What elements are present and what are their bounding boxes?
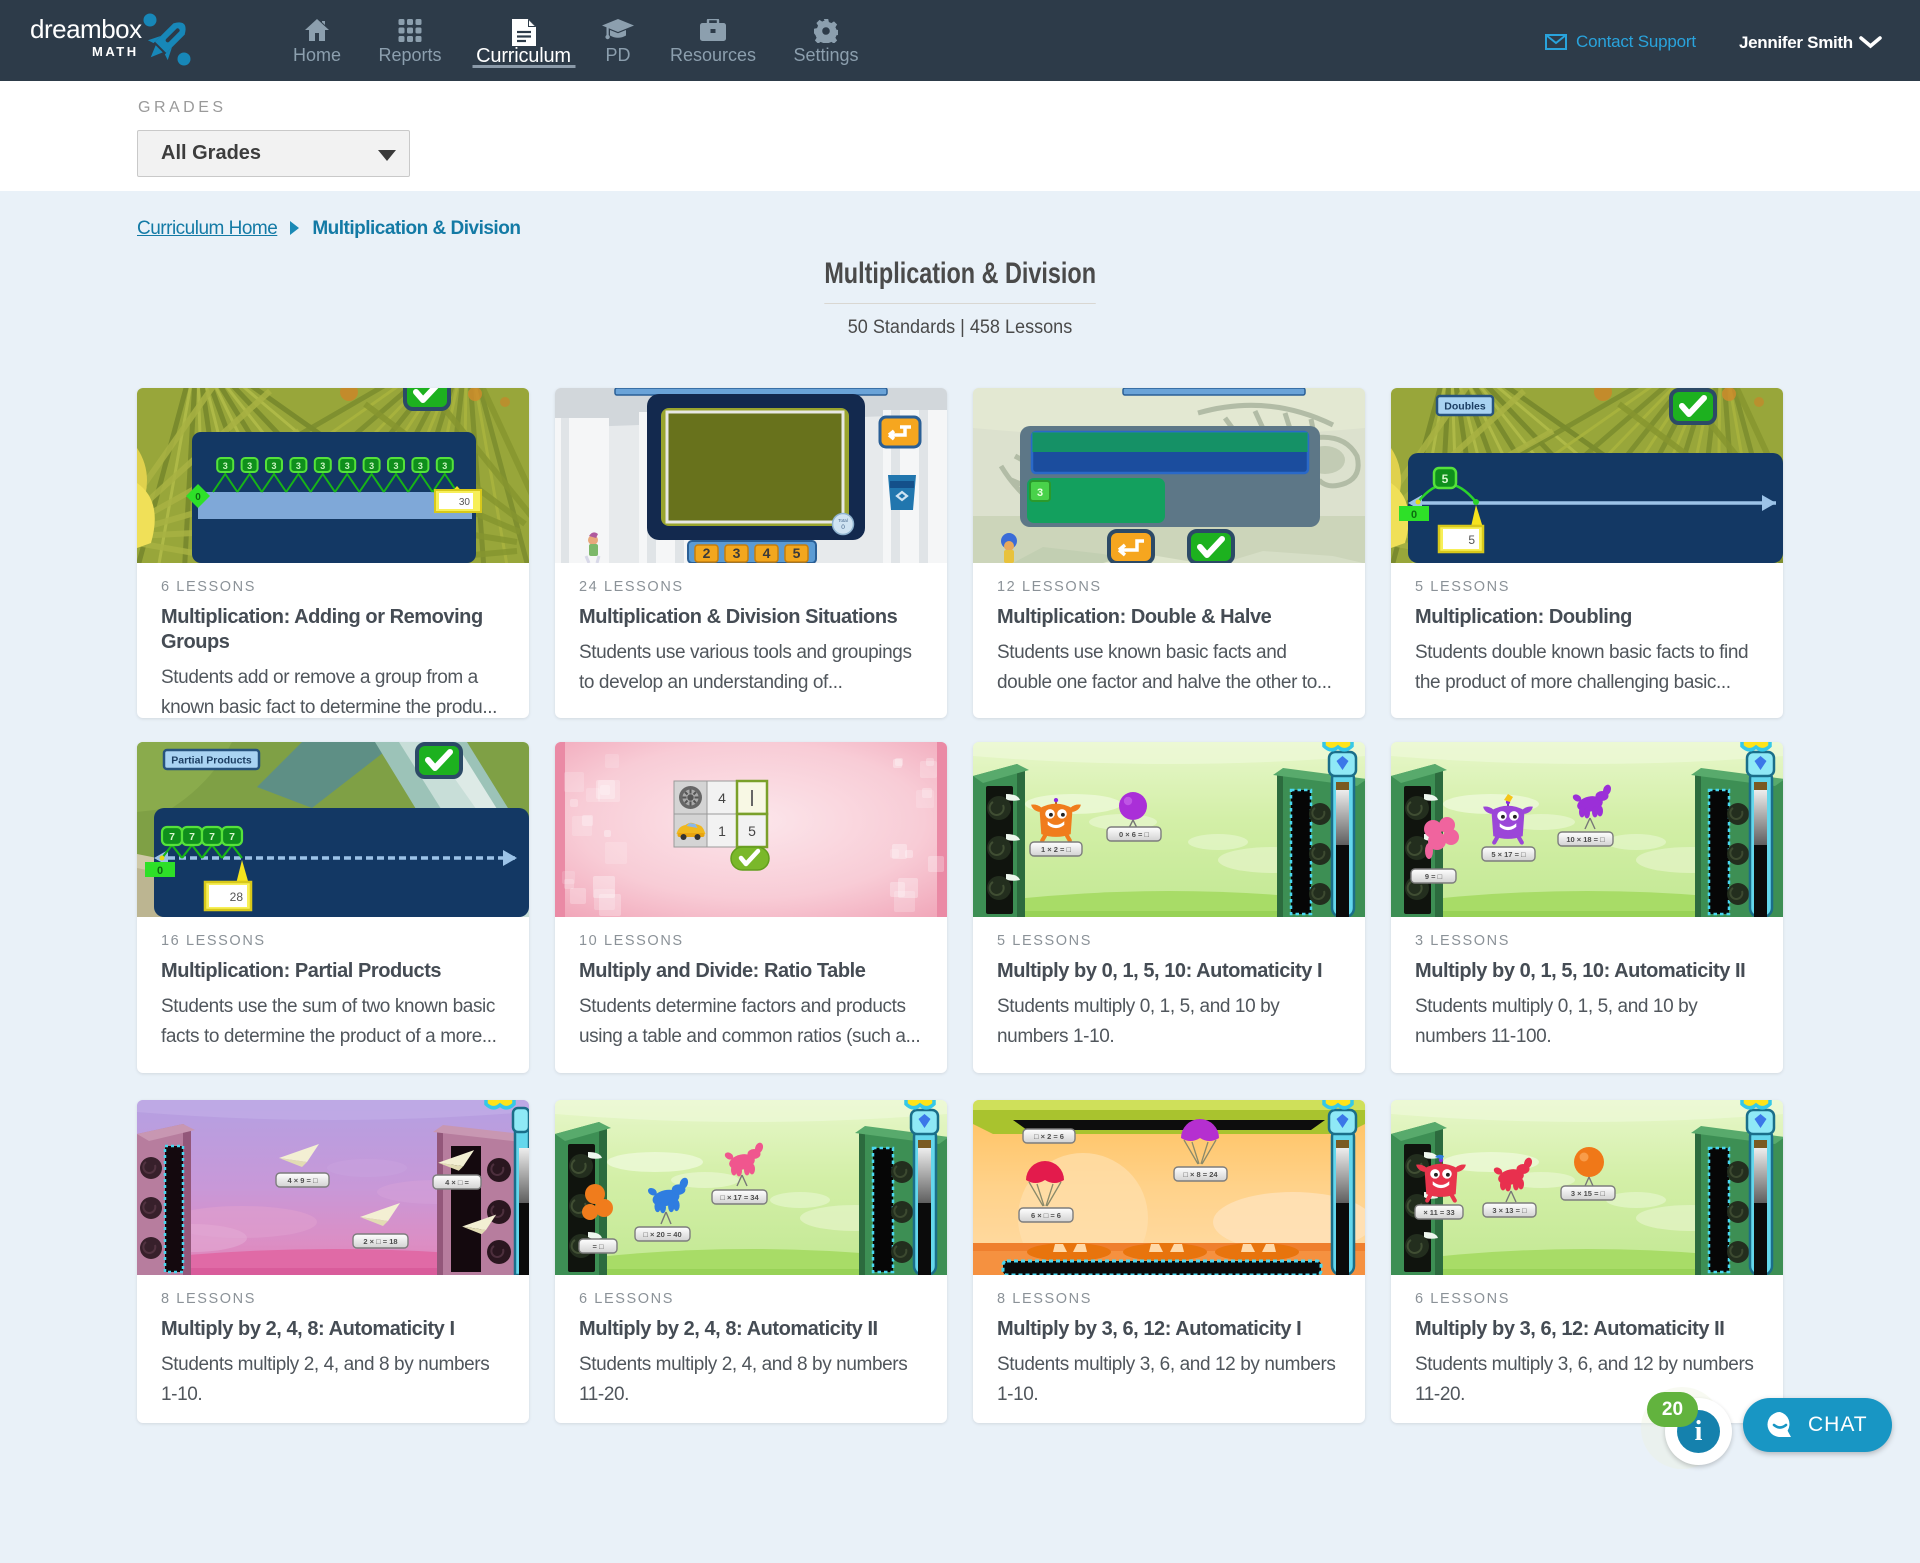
svg-text:3: 3: [320, 461, 325, 471]
svg-text:Partial Products: Partial Products: [171, 755, 252, 767]
svg-text:9 = □: 9 = □: [1425, 872, 1443, 881]
svg-text:5: 5: [793, 545, 801, 561]
svg-text:10 × 18 = □: 10 × 18 = □: [1566, 835, 1605, 844]
svg-text:7: 7: [209, 831, 215, 843]
svg-text:0 × 6 = □: 0 × 6 = □: [1119, 830, 1149, 839]
svg-text:4 × 9 = □: 4 × 9 = □: [288, 1176, 318, 1185]
svg-text:Total: Total: [838, 518, 848, 523]
svg-text:1: 1: [718, 823, 726, 839]
svg-text:□ × 8 = 24: □ × 8 = 24: [1183, 1170, 1218, 1179]
svg-text:0: 0: [1411, 509, 1417, 521]
svg-text:2: 2: [703, 545, 711, 561]
svg-text:3: 3: [369, 461, 374, 471]
svg-text:4 × □ =: 4 × □ =: [445, 1178, 469, 1187]
svg-text:4: 4: [763, 545, 771, 561]
svg-text:7: 7: [229, 831, 235, 843]
svg-text:0: 0: [195, 492, 201, 503]
svg-text:3: 3: [418, 461, 423, 471]
svg-text:5: 5: [1442, 472, 1449, 486]
svg-text:3: 3: [1037, 487, 1043, 499]
svg-text:3: 3: [442, 461, 447, 471]
svg-text:□ × 20 = 40: □ × 20 = 40: [643, 1230, 681, 1239]
svg-text:3 × 15 = □: 3 × 15 = □: [1571, 1189, 1606, 1198]
svg-text:5: 5: [748, 823, 756, 839]
svg-text:□ × 17 = 34: □ × 17 = 34: [720, 1193, 759, 1202]
svg-text:30: 30: [459, 497, 471, 508]
svg-text:3: 3: [393, 461, 398, 471]
svg-text:0: 0: [841, 524, 845, 531]
svg-text:2 × □ = 18: 2 × □ = 18: [363, 1237, 397, 1246]
svg-text:× 11 = 33: × 11 = 33: [1423, 1208, 1454, 1217]
svg-text:3: 3: [296, 461, 301, 471]
svg-text:0: 0: [157, 865, 163, 877]
svg-text:3: 3: [247, 461, 252, 471]
svg-text:Doubles: Doubles: [1444, 401, 1486, 413]
svg-text:7: 7: [189, 831, 195, 843]
svg-text:5: 5: [1468, 533, 1475, 547]
svg-text:□ × 2 = 6: □ × 2 = 6: [1034, 1132, 1064, 1141]
svg-text:3: 3: [271, 461, 276, 471]
svg-text:3: 3: [733, 545, 741, 561]
svg-text:3: 3: [345, 461, 350, 471]
svg-text:28: 28: [230, 890, 244, 904]
svg-text:1 × 2 = □: 1 × 2 = □: [1041, 845, 1071, 854]
svg-text:4: 4: [718, 790, 726, 806]
svg-text:= □: = □: [593, 1242, 604, 1251]
svg-text:7: 7: [169, 831, 175, 843]
svg-text:3 × 13 = □: 3 × 13 = □: [1492, 1206, 1527, 1215]
svg-text:5 × 17 = □: 5 × 17 = □: [1491, 850, 1526, 859]
svg-text:3: 3: [223, 461, 228, 471]
svg-text:6 × □ = 6: 6 × □ = 6: [1031, 1211, 1061, 1220]
